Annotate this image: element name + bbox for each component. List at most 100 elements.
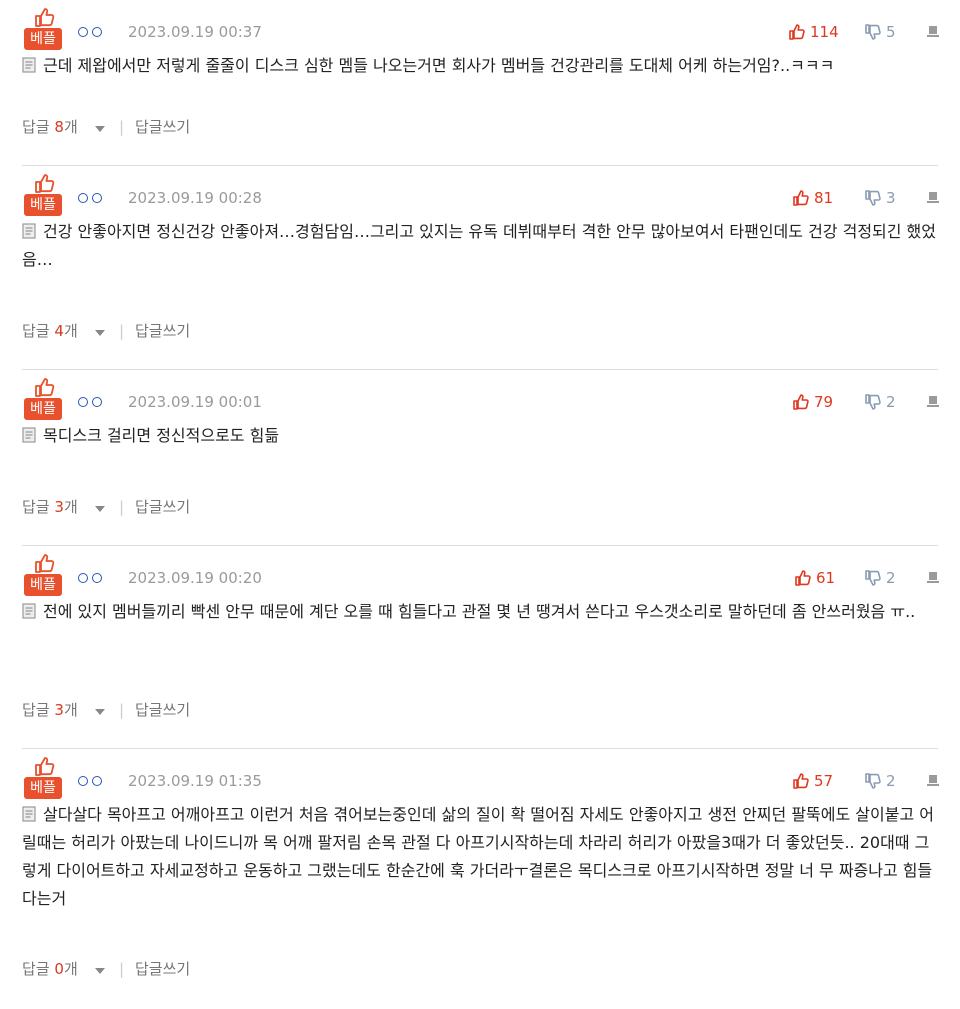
thumbs-up-icon [35, 174, 55, 193]
write-reply-link[interactable]: 답글쓰기 [135, 321, 190, 341]
dislike-count: 2 [886, 772, 896, 790]
reply-count: 3 [54, 498, 64, 516]
user-icon[interactable] [78, 190, 106, 206]
write-reply-link[interactable]: 답글쓰기 [135, 700, 190, 720]
comment-body: 건강 안좋아지면 정신건강 안좋아져…경험담임…그리고 있지는 유독 데뷔때부터… [22, 218, 938, 274]
reply-unit: 개 [63, 960, 78, 978]
chevron-down-icon[interactable] [95, 126, 105, 132]
comment-date: 2023.09.19 00:01 [128, 393, 262, 411]
comment-footer: 답글 3개 | 답글쓰기 [22, 700, 938, 724]
comment-text: 살다살다 목아프고 어깨아프고 이런거 처음 겪어보는중인데 삶의 질이 확 떨… [22, 805, 934, 908]
write-reply-link[interactable]: 답글쓰기 [135, 117, 190, 137]
chevron-down-icon[interactable] [95, 968, 105, 974]
write-reply-link[interactable]: 답글쓰기 [135, 959, 190, 979]
user-icon[interactable] [78, 24, 106, 40]
best-comment-badge: 베플 [24, 6, 62, 50]
reply-label: 답글 [22, 118, 50, 136]
thumbs-up-icon [789, 24, 805, 40]
comment-body: 근데 제왑에서만 저렇게 줄줄이 디스크 심한 멤들 나오는거면 회사가 멤버들… [22, 52, 938, 80]
reply-count: 3 [54, 701, 64, 719]
comment-text: 목디스크 걸리면 정신적으로도 힘듦 [43, 426, 280, 445]
thumbs-down-icon [865, 190, 881, 206]
thumbs-up-icon [795, 570, 811, 586]
reply-toggle[interactable]: 답글 8개 [22, 117, 78, 137]
best-comment-badge: 베플 [24, 172, 62, 216]
comment-header: 베플 2023.09.19 00:28 81 3 [22, 166, 940, 218]
thumbs-up-icon [35, 8, 55, 27]
dislike-count: 5 [886, 23, 896, 41]
chevron-down-icon[interactable] [95, 709, 105, 715]
user-icon[interactable] [78, 570, 106, 586]
document-icon [22, 806, 36, 822]
comment-body: 전에 있지 멤버들끼리 빡센 안무 때문에 계단 오를 때 힘들다고 관절 몇 … [22, 598, 938, 626]
comment-date: 2023.09.19 00:20 [128, 569, 262, 587]
comment-item: 베플 2023.09.19 00:01 79 2 목디스크 걸리면 정신적으로도… [22, 370, 940, 546]
chevron-down-icon[interactable] [95, 330, 105, 336]
report-icon[interactable] [926, 24, 940, 38]
comment-date: 2023.09.19 00:28 [128, 189, 262, 207]
comment-footer: 답글 0개 | 답글쓰기 [22, 959, 938, 983]
reply-count: 4 [54, 322, 64, 340]
comment-text: 건강 안좋아지면 정신건강 안좋아져…경험담임…그리고 있지는 유독 데뷔때부터… [22, 222, 936, 269]
reply-label: 답글 [22, 498, 50, 516]
reply-unit: 개 [63, 701, 78, 719]
document-icon [22, 57, 36, 73]
reply-unit: 개 [63, 118, 78, 136]
comment-text: 전에 있지 멤버들끼리 빡센 안무 때문에 계단 오를 때 힘들다고 관절 몇 … [43, 602, 916, 621]
comment-item: 베플 2023.09.19 00:28 81 3 건강 안좋아지면 정신건강 안… [22, 166, 940, 370]
report-icon[interactable] [926, 773, 940, 787]
vote-group: 79 2 [788, 392, 940, 412]
best-badge-label: 베플 [24, 194, 62, 216]
thumbs-down-icon [865, 570, 881, 586]
separator: | [119, 118, 125, 136]
best-comment-badge: 베플 [24, 755, 62, 799]
comment-item: 베플 2023.09.19 00:37 114 5 근데 제왑에서만 저렇게 줄… [22, 0, 940, 166]
like-count: 81 [814, 189, 834, 207]
best-badge-label: 베플 [24, 28, 62, 50]
thumbs-up-icon [793, 773, 809, 789]
separator: | [119, 701, 125, 719]
thumbs-up-icon [35, 757, 55, 776]
thumbs-down-icon [865, 394, 881, 410]
best-badge-label: 베플 [24, 574, 62, 596]
vote-group: 81 3 [788, 188, 940, 208]
reply-toggle[interactable]: 답글 0개 [22, 959, 78, 979]
dislike-count: 2 [886, 569, 896, 587]
comment-body: 목디스크 걸리면 정신적으로도 힘듦 [22, 422, 938, 450]
document-icon [22, 223, 36, 239]
dislike-count: 3 [886, 189, 896, 207]
reply-toggle[interactable]: 답글 4개 [22, 321, 78, 341]
best-comment-badge: 베플 [24, 376, 62, 420]
reply-unit: 개 [63, 322, 78, 340]
thumbs-up-icon [35, 554, 55, 573]
write-reply-link[interactable]: 답글쓰기 [135, 497, 190, 517]
like-count: 79 [814, 393, 834, 411]
comment-text: 근데 제왑에서만 저렇게 줄줄이 디스크 심한 멤들 나오는거면 회사가 멤버들… [43, 56, 835, 75]
separator: | [119, 960, 125, 978]
comment-list: 베플 2023.09.19 00:37 114 5 근데 제왑에서만 저렇게 줄… [0, 0, 960, 1007]
user-icon[interactable] [78, 394, 106, 410]
report-icon[interactable] [926, 394, 940, 408]
user-icon[interactable] [78, 773, 106, 789]
reply-label: 답글 [22, 322, 50, 340]
comment-header: 베플 2023.09.19 00:37 114 5 [22, 0, 940, 52]
comment-date: 2023.09.19 01:35 [128, 772, 262, 790]
chevron-down-icon[interactable] [95, 506, 105, 512]
reply-count: 8 [54, 118, 64, 136]
report-icon[interactable] [926, 570, 940, 584]
reply-label: 답글 [22, 960, 50, 978]
reply-toggle[interactable]: 답글 3개 [22, 700, 78, 720]
comment-footer: 답글 3개 | 답글쓰기 [22, 497, 938, 521]
best-badge-label: 베플 [24, 398, 62, 420]
separator: | [119, 498, 125, 516]
vote-group: 57 2 [788, 771, 940, 791]
best-badge-label: 베플 [24, 777, 62, 799]
reply-toggle[interactable]: 답글 3개 [22, 497, 78, 517]
thumbs-down-icon [865, 773, 881, 789]
thumbs-down-icon [865, 24, 881, 40]
comment-footer: 답글 4개 | 답글쓰기 [22, 321, 938, 345]
vote-group: 61 2 [788, 568, 940, 588]
like-count: 61 [816, 569, 836, 587]
report-icon[interactable] [926, 190, 940, 204]
vote-group: 114 5 [788, 22, 940, 42]
